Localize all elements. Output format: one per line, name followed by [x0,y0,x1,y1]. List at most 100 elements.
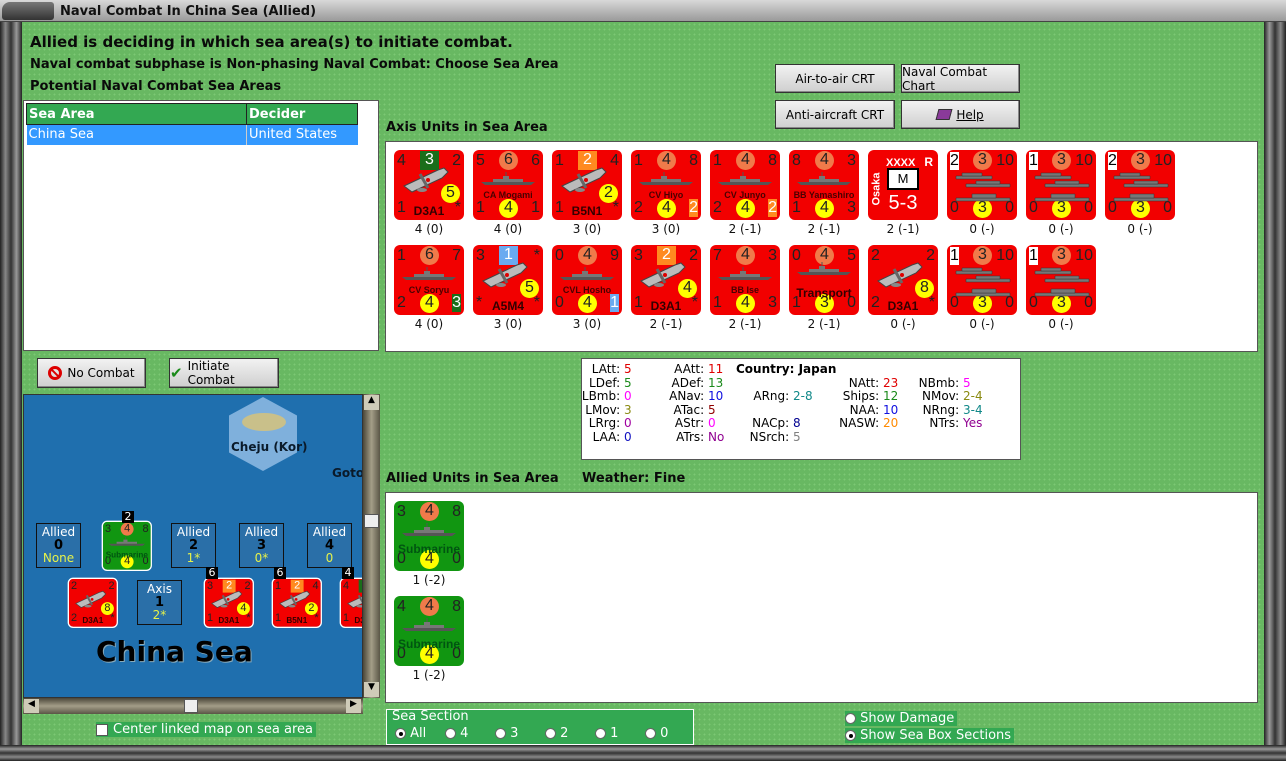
stat-row: AStr: 0 [674,416,716,430]
sea-section-radio-3[interactable]: 3 [495,726,518,741]
unit-strength-label: 2 (-1) [886,222,920,236]
map-unit-stack[interactable]: 1 2 4 1 * 2 B5N1 [271,577,322,628]
radio-button[interactable] [445,728,456,739]
unit-counter[interactable]: 1 4 8 2 2 4 CV Hiyo [631,150,701,220]
unit-counter[interactable]: 3 2 2 1 * 4 D3A1 [631,245,701,315]
map-unit-stack[interactable]: 3 2 2 1 * 4 D3A1 [203,577,254,628]
table-row[interactable]: China Sea United States [26,124,358,145]
unit-counter[interactable]: 0 4 9 0 1 4 CVL Hosho [552,245,622,315]
unit-strength-label: 0 (-) [890,317,916,331]
unit-counter[interactable]: 8 4 3 1 3 4 BB Yamashiro [789,150,859,220]
map-vertical-scrollbar[interactable]: ▲ ▼ [363,394,380,698]
scroll-thumb[interactable] [364,514,379,528]
aircraft-icon [398,164,456,193]
unit-counter[interactable]: 2 3 10 0 0 3 [947,150,1017,220]
radio-button[interactable] [395,728,406,739]
unit-counter[interactable]: 2 2 2 * 8 D3A1 [868,245,938,315]
unit-strength-label: 3 (0) [572,317,602,331]
sea-section-radio-2[interactable]: 2 [545,726,568,741]
sea-box-section[interactable]: Allied 4 0 [307,523,352,568]
show-damage-option[interactable]: Show Damage [845,711,958,726]
help-button[interactable]: Help [901,100,1020,129]
initiate-combat-button[interactable]: ✔ Initiate Combat [169,358,279,388]
unit-counter[interactable]: 1 3 10 0 0 3 [1026,245,1096,315]
checkmark-icon: ✔ [170,364,183,382]
center-map-option[interactable]: Center linked map on sea area [96,722,316,737]
unit-counter[interactable]: 5 6 6 1 1 4 CA Mogami [473,150,543,220]
unit-counter[interactable]: 3 2 2 1 * 4 D3A1 [205,579,253,627]
sea-box-section[interactable]: Allied 2 1* [171,523,216,568]
unit-strength-label: 0 (-) [1127,222,1153,236]
button-label: Help [956,107,984,122]
center-map-checkbox[interactable] [96,723,108,736]
column-header-decider[interactable]: Decider [246,103,358,125]
unit-strength-label: 4 (0) [414,317,444,331]
unit-counter[interactable]: XXXX R Osaka M 5-3 [868,150,938,220]
window-menu-button[interactable] [2,2,54,20]
sea-section-radio-1[interactable]: 1 [595,726,618,741]
show-sea-box-radio[interactable] [845,730,856,741]
unit-counter[interactable]: 1 3 10 0 0 3 [947,245,1017,315]
unit-counter[interactable]: 2 2 2 * 8 D3A1 [69,579,117,627]
unit-counter[interactable]: 4321*5D3A1 [394,150,464,220]
counter-value-br: 2 [768,199,777,217]
stat-row [713,362,793,376]
unit-counter[interactable]: 1 2 4 1 * 2 B5N1 [552,150,622,220]
transport-icon [795,262,853,284]
unit-counter[interactable]: 3 4 8 0 0 4 Submarine [394,501,464,571]
counter-value-tl: 4 [397,598,406,615]
status-heading: Allied is deciding in which sea area(s) … [30,33,513,51]
scroll-right-arrow[interactable]: ▶ [346,699,361,713]
unit-counter[interactable]: 0 4 5 1 0 3 Transport [789,245,859,315]
sea-area-map[interactable]: Cheju (Kor) Goto China Sea Allied 0 None Al… [23,394,363,698]
counter-value-tr: 8 [689,152,698,169]
unit-counter[interactable]: 1 2 4 1 * 2 B5N1 [273,579,321,627]
naval-combat-chart-button[interactable]: Naval Combat Chart [901,64,1020,93]
unit-counter[interactable]: 3 1 * * * 5 A5M4 [473,245,543,315]
scroll-left-arrow[interactable]: ◀ [24,699,39,713]
map-unit-stack[interactable]: 2 2 2 * 8 D3A1 [67,577,118,628]
unit-strength-label: 0 (-) [1048,317,1074,331]
sea-section-radio-4[interactable]: 4 [445,726,468,741]
sea-box-section[interactable]: Axis 1 2* [137,580,182,625]
map-horizontal-scrollbar[interactable]: ◀ ▶ [23,698,363,714]
show-damage-radio[interactable] [845,713,856,724]
counter-value-br: 3 [768,294,777,311]
checkbox-label: Center linked map on sea area [113,722,313,737]
show-sea-box-option[interactable]: Show Sea Box Sections [845,728,1015,743]
cheju-hex[interactable] [229,397,297,471]
unit-counter[interactable]: 4 4 8 0 0 4 Submarine [394,596,464,666]
anti-aircraft-crt-button[interactable]: Anti-aircraft CRT [775,100,895,129]
button-label: Anti-aircraft CRT [785,107,885,122]
map-unit-stack[interactable]: 3 4 8 0 0 4 Submarine [101,520,152,571]
unit-counter[interactable]: 3 4 8 0 0 4 Submarine [103,522,151,570]
radio-button[interactable] [495,728,506,739]
sea-section-radio-0[interactable]: 0 [645,726,668,741]
radio-button[interactable] [595,728,606,739]
sea-box-section[interactable]: Allied 0 None [36,523,81,568]
unit-counter[interactable]: 1 4 8 2 2 4 CV Junyo [710,150,780,220]
unit-counter[interactable]: 4321*5D3A1 [341,579,362,627]
unit-counter[interactable]: 2 3 10 0 0 3 [1105,150,1175,220]
reserve-marker: R [924,155,933,169]
map-unit-stack[interactable]: 4321*5D3A1 [339,577,362,628]
unit-counter[interactable]: 1 6 7 2 3 4 CV Soryu [394,245,464,315]
sea-box-section[interactable]: Allied 3 0* [239,523,284,568]
counter-value-tr: 3 [768,247,777,264]
unit-counter[interactable]: 7 4 3 1 3 4 BB Ise [710,245,780,315]
no-combat-button[interactable]: No Combat [37,358,146,388]
air-to-air-crt-button[interactable]: Air-to-air CRT [775,64,895,93]
counter-value-bc: 4 [578,294,597,313]
scroll-thumb[interactable] [184,699,198,713]
sea-section-radio-All[interactable]: All [395,726,426,741]
weather-label: Weather: Fine [582,471,686,486]
scroll-down-arrow[interactable]: ▼ [364,682,379,697]
radio-button[interactable] [645,728,656,739]
scroll-up-arrow[interactable]: ▲ [364,395,379,410]
column-header-sea-area[interactable]: Sea Area [26,103,247,125]
stat-label: LMov: [585,402,621,417]
radio-button[interactable] [545,728,556,739]
unit-strength-label: 0 (-) [1048,222,1074,236]
counter-value-tl: 1 [713,152,722,169]
unit-counter[interactable]: 1 3 10 0 0 3 [1026,150,1096,220]
